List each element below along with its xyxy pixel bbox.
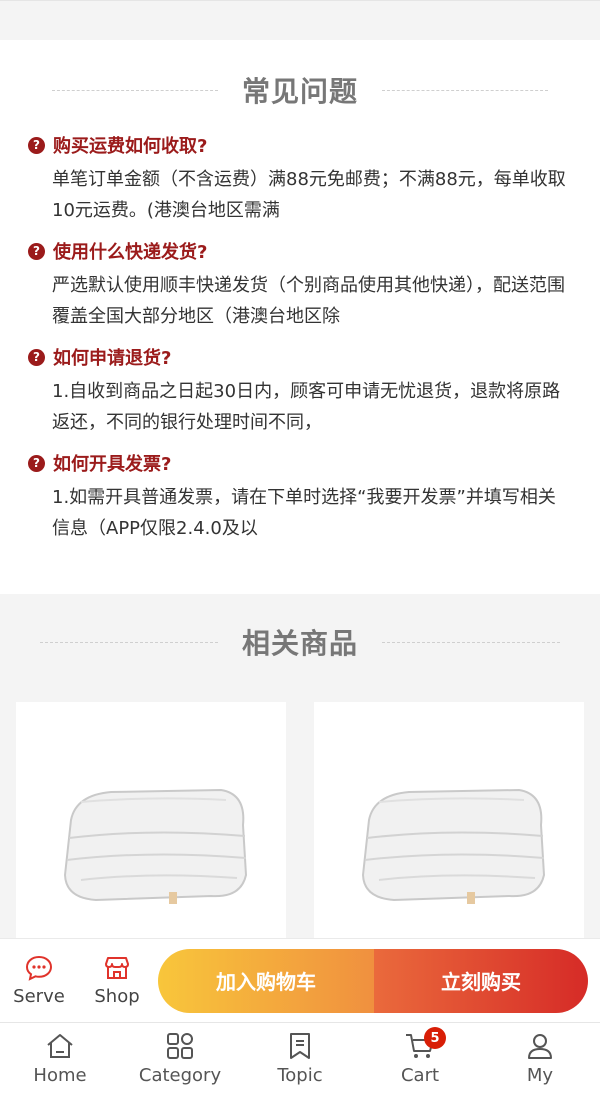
tab-my-label: My xyxy=(526,1065,554,1086)
faq-question: ? 使用什么快递发货? xyxy=(28,238,572,264)
tab-category-label: Category xyxy=(138,1065,222,1086)
serve-label: Serve xyxy=(13,986,65,1007)
faq-answer: 1.自收到商品之日起30日内，顾客可申请无忧退货，退款将原路返还，不同的银行处理… xyxy=(52,381,561,433)
home-icon xyxy=(47,1034,73,1058)
tab-topic[interactable]: Topic xyxy=(240,1023,360,1100)
tab-category[interactable]: Category xyxy=(120,1023,240,1100)
store-icon xyxy=(104,954,130,982)
tab-cart[interactable]: 5 Cart xyxy=(360,1023,480,1100)
tab-home[interactable]: Home xyxy=(0,1023,120,1100)
question-icon: ? xyxy=(28,242,45,260)
buy-now-button[interactable]: 立刻购买 xyxy=(374,948,588,1013)
tab-home-label: Home xyxy=(33,1065,87,1086)
tab-cart-label: Cart xyxy=(400,1065,440,1086)
product-image xyxy=(361,788,546,904)
related-header: 相关商品 xyxy=(16,622,584,662)
faq-answer: 严选默认使用顺丰快递发货（个别商品使用其他快递），配送范围覆盖全国大部分地区（港… xyxy=(52,275,565,327)
faq-question-text: 使用什么快递发货? xyxy=(53,242,208,263)
question-icon: ? xyxy=(28,348,45,366)
faq-header: 常见问题 xyxy=(28,70,572,110)
purchase-action-bar: Serve Shop 加入购物车 立刻购买 xyxy=(0,938,600,1022)
divider xyxy=(382,89,549,91)
cart-count-badge: 5 xyxy=(424,1027,446,1049)
top-strip xyxy=(0,0,600,40)
buy-button-group: 加入购物车 立刻购买 xyxy=(158,948,588,1013)
faq-section: 常见问题 ? 购买运费如何收取? 单笔订单金额（不含运费）满88元免邮费；不满8… xyxy=(0,40,600,594)
faq-question-text: 购买运费如何收取? xyxy=(53,136,208,157)
faq-question: ? 购买运费如何收取? xyxy=(28,132,572,158)
faq-answer: 1.如需开具普通发票，请在下单时选择“我要开发票”并填写相关信息（APP仅限2.… xyxy=(52,487,556,539)
faq-item: ? 使用什么快递发货? 严选默认使用顺丰快递发货（个别商品使用其他快递），配送范… xyxy=(28,238,572,332)
add-to-cart-button[interactable]: 加入购物车 xyxy=(158,948,374,1013)
divider xyxy=(382,641,561,643)
tab-my[interactable]: My xyxy=(480,1023,600,1100)
divider xyxy=(40,641,218,643)
related-title: 相关商品 xyxy=(242,627,359,660)
question-icon: ? xyxy=(28,136,45,154)
serve-button[interactable]: Serve xyxy=(0,954,78,1007)
faq-item: ? 购买运费如何收取? 单笔订单金额（不含运费）满88元免邮费；不满88元，每单… xyxy=(28,132,572,226)
product-image xyxy=(63,788,248,904)
faq-item: ? 如何申请退货? 1.自收到商品之日起30日内，顾客可申请无忧退货，退款将原路… xyxy=(28,344,572,438)
faq-question-text: 如何申请退货? xyxy=(53,348,172,369)
faq-title: 常见问题 xyxy=(242,75,359,108)
faq-item: ? 如何开具发票? 1.如需开具普通发票，请在下单时选择“我要开发票”并填写相关… xyxy=(28,450,572,544)
faq-answer: 单笔订单金额（不含运费）满88元免邮费；不满88元，每单收取10元运费。(港澳台… xyxy=(52,169,566,221)
shop-button[interactable]: Shop xyxy=(78,954,156,1007)
question-icon: ? xyxy=(28,454,45,472)
user-icon xyxy=(528,1034,552,1059)
grid-icon xyxy=(167,1033,193,1059)
chat-bubble-icon xyxy=(25,954,53,982)
bookmark-icon xyxy=(290,1033,310,1059)
tab-topic-label: Topic xyxy=(277,1065,323,1086)
bottom-tab-bar: Home Category Topic 5 Cart My xyxy=(0,1022,600,1100)
faq-question: ? 如何开具发票? xyxy=(28,450,572,476)
faq-question: ? 如何申请退货? xyxy=(28,344,572,370)
shop-label: Shop xyxy=(94,986,140,1007)
faq-question-text: 如何开具发票? xyxy=(53,454,172,475)
divider xyxy=(52,89,218,91)
